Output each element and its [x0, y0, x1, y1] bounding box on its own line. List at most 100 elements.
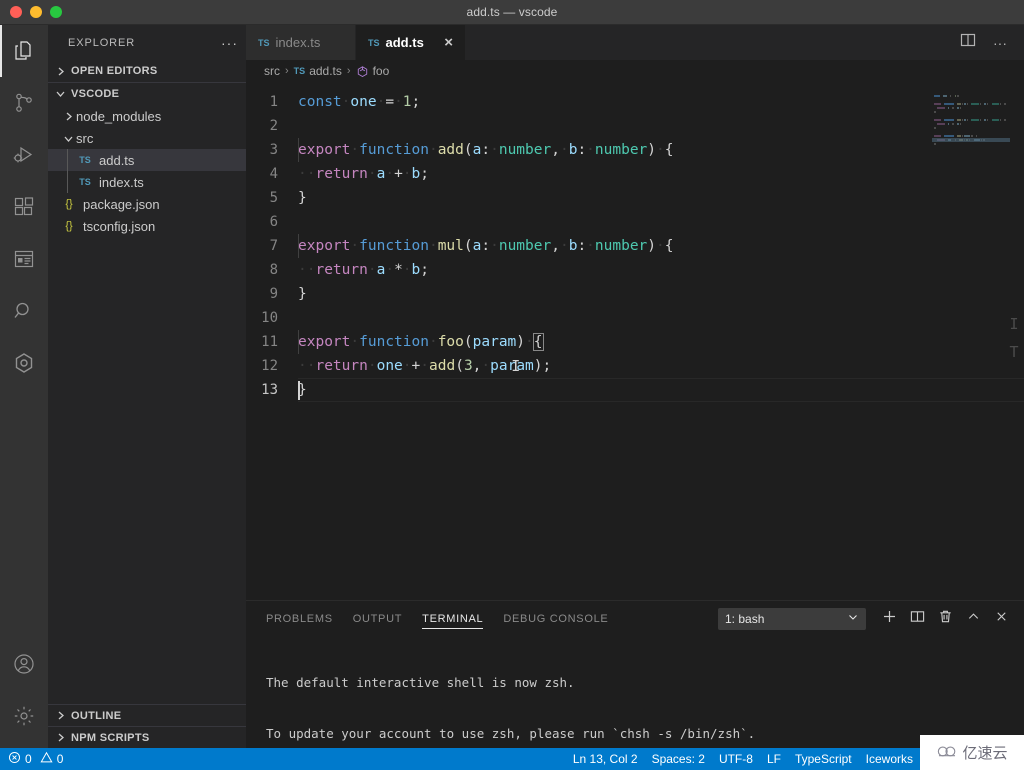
code-token: · [402, 262, 412, 278]
sidebar-section-npm-scripts[interactable]: NPM SCRIPTS [48, 726, 246, 748]
watermark: 亿速云 [920, 735, 1024, 770]
code-line[interactable]: ··return·a·*·b; [298, 258, 1024, 282]
close-panel-button[interactable] [988, 606, 1014, 632]
activity-item-browser-preview[interactable] [0, 233, 48, 285]
sidebar-section-label: OPEN EDITORS [71, 65, 158, 77]
code-line[interactable] [298, 114, 1024, 138]
title-bar: add.ts — vscode [0, 0, 1024, 25]
code-token: · [490, 142, 499, 158]
code-line[interactable]: ··return·a·+·b; [298, 162, 1024, 186]
minimap-segment [964, 135, 971, 137]
code-token: · [525, 334, 534, 350]
breadcrumb-item-add-ts[interactable]: TS add.ts [294, 64, 342, 78]
sidebar-more-actions[interactable]: ··· [221, 36, 238, 50]
minimap-segment [934, 95, 940, 97]
code-token: · [490, 238, 499, 254]
status-indentation[interactable]: Spaces: 2 [645, 748, 712, 770]
status-cursor-position[interactable]: Ln 13, Col 2 [566, 748, 645, 770]
tab-terminal[interactable]: TERMINAL [422, 601, 484, 636]
tab-output[interactable]: OUTPUT [353, 601, 402, 636]
code-token: export [298, 142, 351, 158]
activity-item-remote-explorer[interactable] [0, 337, 48, 389]
terminal-selector[interactable]: 1: bash [718, 607, 866, 630]
code-line[interactable]: export·function·add(a:·number,·b:·number… [298, 138, 1024, 162]
minimap-segment [944, 103, 954, 105]
chevron-up-icon [966, 609, 981, 629]
activity-item-source-control[interactable] [0, 77, 48, 129]
code-token: export [298, 238, 351, 254]
breadcrumb-label: src [264, 64, 280, 78]
minimap[interactable] [932, 82, 1010, 600]
code-line[interactable]: export·function·mul(a:·number,·b:·number… [298, 234, 1024, 258]
line-number: 5 [269, 190, 278, 206]
status-language-mode[interactable]: TypeScript [788, 748, 859, 770]
status-iceworks[interactable]: Iceworks [859, 748, 920, 770]
split-editor-button[interactable] [954, 29, 982, 57]
tree-item-add-ts[interactable]: TS add.ts [48, 149, 246, 171]
traffic-lights [0, 6, 62, 18]
activity-item-search[interactable] [0, 285, 48, 337]
split-terminal-button[interactable] [904, 606, 930, 632]
code-token: · [350, 142, 360, 158]
code-token: one [350, 94, 377, 110]
close-window-button[interactable] [10, 6, 22, 18]
line-number: 6 [269, 214, 278, 230]
code-line[interactable]: } [298, 186, 1024, 210]
tree-item-node-modules[interactable]: node_modules [48, 105, 246, 127]
minimize-window-button[interactable] [30, 6, 42, 18]
code-line[interactable]: const·one·=·1; [298, 90, 1024, 114]
code-line[interactable]: } [298, 282, 1024, 306]
status-encoding[interactable]: UTF-8 [712, 748, 760, 770]
editor-tab-bar: TS index.ts TS add.ts × ··· [246, 25, 1024, 60]
sidebar-title: EXPLORER [68, 36, 136, 49]
sidebar-section-open-editors[interactable]: OPEN EDITORS [48, 60, 246, 82]
status-eol[interactable]: LF [760, 748, 788, 770]
code-line[interactable]: export·function·foo(param)·{ [298, 330, 1024, 354]
tab-index-ts[interactable]: TS index.ts [246, 25, 356, 60]
tab-problems[interactable]: PROBLEMS [266, 601, 333, 636]
warning-icon [40, 751, 53, 767]
minimap-segment [986, 119, 989, 121]
sidebar-section-label: OUTLINE [71, 709, 122, 722]
tree-item-index-ts[interactable]: TS index.ts [48, 171, 246, 193]
tree-item-src[interactable]: src [48, 127, 246, 149]
sidebar-section-vscode[interactable]: VSCODE [48, 82, 246, 104]
kill-terminal-button[interactable] [932, 606, 958, 632]
terminal-output[interactable]: The default interactive shell is now zsh… [246, 636, 1024, 748]
tree-item-label: node_modules [76, 108, 162, 124]
chevron-right-icon [52, 708, 68, 724]
activity-item-manage[interactable] [0, 690, 48, 742]
status-problems[interactable]: 0 0 [8, 748, 70, 770]
minimap-segment [937, 123, 945, 125]
code-line[interactable] [298, 210, 1024, 234]
tree-item-package-json[interactable]: {} package.json [48, 193, 246, 215]
code-line[interactable]: } [298, 378, 1024, 402]
maximize-panel-button[interactable] [960, 606, 986, 632]
editor-more-actions-button[interactable]: ··· [986, 29, 1014, 57]
watermark-text: 亿速云 [962, 744, 1008, 762]
tab-close-button[interactable]: × [432, 35, 453, 50]
code-token: : [481, 142, 491, 158]
activity-item-explorer[interactable] [0, 25, 48, 77]
code-lines[interactable]: const·one·=·1; export·function·add(a:·num… [298, 82, 1024, 600]
code-token: · [559, 142, 569, 158]
code-line[interactable]: ··return·one·+·add(3,·param); [298, 354, 1024, 378]
sidebar-section-outline[interactable]: OUTLINE [48, 704, 246, 726]
code-token: param [490, 358, 534, 374]
activity-item-extensions[interactable] [0, 181, 48, 233]
tab-add-ts[interactable]: TS add.ts × [356, 25, 466, 60]
code-token: function [359, 238, 429, 254]
code-editor[interactable]: 1 2 3 4 5 6 7 8 9 10 11 12 13 const·one·… [246, 82, 1024, 600]
breadcrumb-item-src[interactable]: src [264, 64, 280, 78]
activity-item-run-and-debug[interactable] [0, 129, 48, 181]
minimap-segment [999, 103, 1002, 105]
code-token: · [394, 94, 403, 110]
maximize-window-button[interactable] [50, 6, 62, 18]
breadcrumb-item-foo[interactable]: foo [356, 64, 389, 78]
new-terminal-button[interactable] [876, 606, 902, 632]
code-token: b [411, 262, 421, 278]
tree-item-tsconfig-json[interactable]: {} tsconfig.json [48, 215, 246, 237]
activity-item-accounts[interactable] [0, 638, 48, 690]
tab-debug-console[interactable]: DEBUG CONSOLE [503, 601, 608, 636]
code-line[interactable] [298, 306, 1024, 330]
